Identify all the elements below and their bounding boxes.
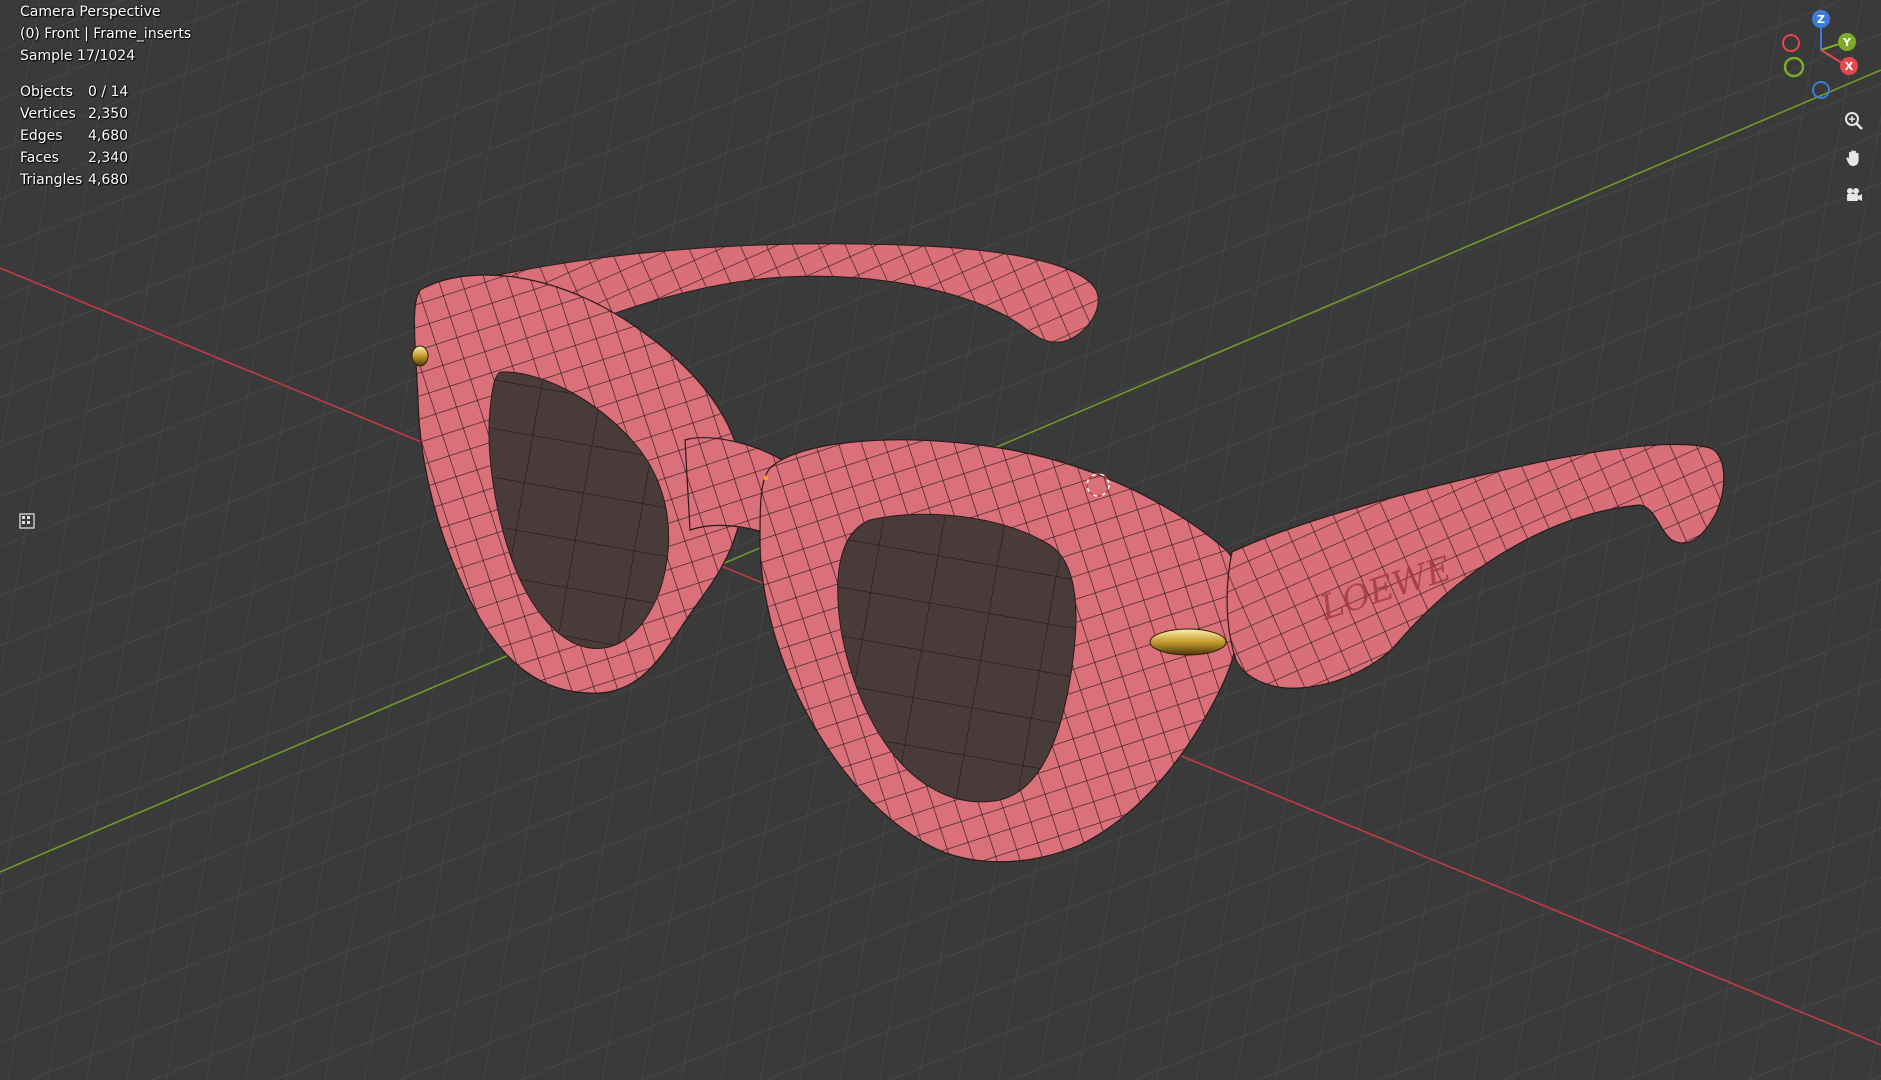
gizmo-x-axis[interactable]: X xyxy=(1840,57,1858,75)
stat-label: Triangles xyxy=(20,172,83,188)
svg-text:Z: Z xyxy=(1817,13,1825,26)
hinge-left xyxy=(411,345,429,367)
render-sample: Sample 17/1024 xyxy=(20,48,136,64)
scene-canvas[interactable]: LOEWE xyxy=(0,0,1881,1080)
hand-icon[interactable] xyxy=(1839,143,1869,173)
gizmo-neg-x[interactable] xyxy=(1782,34,1800,52)
stat-row-vertices: Vertices 2,350 xyxy=(20,103,128,125)
navigation-gizmo[interactable]: Z Y X xyxy=(1761,0,1881,110)
view-name: Camera Perspective xyxy=(20,4,161,20)
stat-value: 2,340 xyxy=(88,150,129,166)
stat-label: Faces xyxy=(20,150,59,166)
stat-value: 4,680 xyxy=(88,128,129,144)
gizmo-y-axis[interactable]: Y xyxy=(1838,33,1856,51)
stat-label: Edges xyxy=(20,128,63,144)
stat-label: Vertices xyxy=(20,106,76,122)
stat-row-triangles: Triangles 4,680 xyxy=(20,169,128,191)
stat-row-faces: Faces 2,340 xyxy=(20,147,128,169)
viewport-header: Camera Perspective (0) Front | Frame_ins… xyxy=(20,1,191,67)
sidebar-toggle-icon[interactable] xyxy=(18,512,36,530)
hinge-right xyxy=(1149,628,1227,656)
scene-statistics: Objects 0 / 14 Vertices 2,350 Edges 4,68… xyxy=(20,81,128,191)
stat-value: 4,680 xyxy=(88,172,129,188)
stat-label: Objects xyxy=(20,84,73,100)
svg-text:X: X xyxy=(1845,60,1854,73)
object-origin xyxy=(763,475,769,481)
gizmo-neg-y[interactable] xyxy=(1783,56,1805,78)
svg-text:Y: Y xyxy=(1842,36,1852,49)
stat-value: 0 / 14 xyxy=(88,84,129,100)
collection-info: (0) Front | Frame_inserts xyxy=(20,26,192,42)
stat-row-objects: Objects 0 / 14 xyxy=(20,81,128,103)
3d-viewport[interactable]: LOEWE Camera Perspective (0) Front | Fra… xyxy=(0,0,1881,1080)
zoom-icon[interactable] xyxy=(1839,106,1869,136)
stat-row-edges: Edges 4,680 xyxy=(20,125,128,147)
stat-value: 2,350 xyxy=(88,106,129,122)
camera-icon[interactable] xyxy=(1839,180,1869,210)
gizmo-neg-z[interactable] xyxy=(1812,81,1830,99)
gizmo-z-axis[interactable]: Z xyxy=(1812,10,1830,28)
